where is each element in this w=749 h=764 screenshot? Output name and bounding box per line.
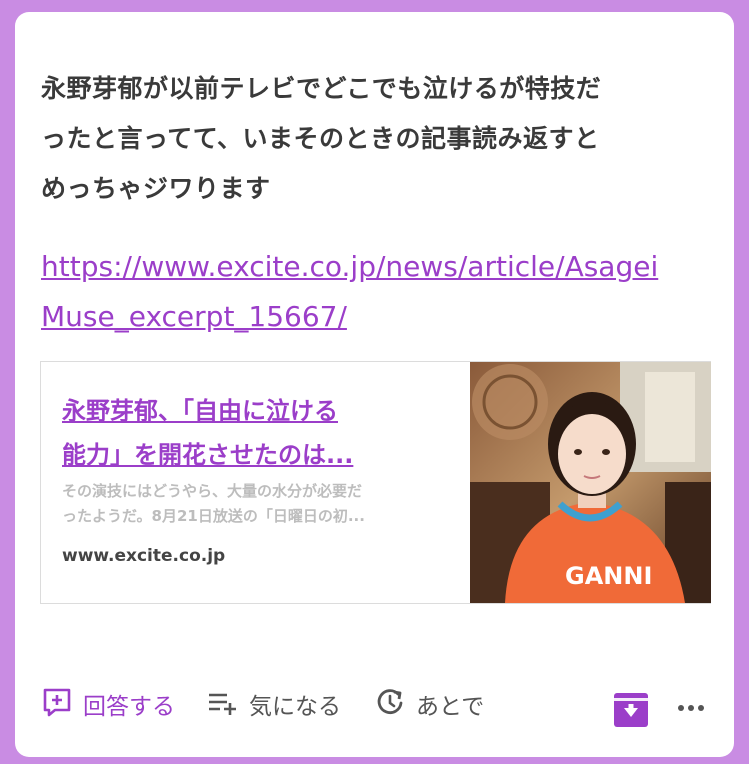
interest-button[interactable]: 気になる xyxy=(207,684,341,724)
post-text: 永野芽郁が以前テレビでどこでも泣けるが特技だ ったと言ってて、いまそのときの記事… xyxy=(41,64,711,214)
more-dots-icon[interactable] xyxy=(675,688,707,728)
history-icon xyxy=(374,686,406,722)
link-preview-card[interactable]: 永野芽郁、「自由に泣ける 能力」を開花させたのは... その演技にはどうやら、大… xyxy=(40,361,711,604)
shirt-logo-text: GANNI xyxy=(565,562,652,590)
preview-title-line[interactable]: 能力」を開花させたのは... xyxy=(62,441,353,469)
later-label: あとで xyxy=(416,694,485,720)
preview-description: その演技にはどうやら、大量の水分が必要だ ったようだ。8月21日放送の「日曜日の… xyxy=(62,479,452,529)
action-bar: 回答する 気になる あとで xyxy=(41,684,721,727)
post-card: 永野芽郁が以前テレビでどこでも泣けるが特技だ ったと言ってて、いまそのときの記事… xyxy=(15,12,734,757)
preview-title[interactable]: 永野芽郁、「自由に泣ける 能力」を開花させたのは... xyxy=(62,389,442,477)
preview-domain: www.excite.co.jp xyxy=(62,546,226,566)
article-link-line[interactable]: https://www.excite.co.jp/news/article/As… xyxy=(41,250,658,283)
article-link-line[interactable]: Muse_excerpt_15667/ xyxy=(41,300,347,333)
preview-thumbnail[interactable]: GANNI xyxy=(470,362,711,603)
add-box-icon xyxy=(41,686,73,722)
article-link[interactable]: https://www.excite.co.jp/news/article/As… xyxy=(41,242,711,342)
later-button[interactable]: あとで xyxy=(374,684,484,724)
post-text-line: ったと言ってて、いまそのときの記事読み返すと xyxy=(41,124,600,153)
preview-desc-line: ったようだ。8月21日放送の「日曜日の初... xyxy=(62,507,365,525)
interest-label: 気になる xyxy=(249,694,341,720)
preview-desc-line: その演技にはどうやら、大量の水分が必要だ xyxy=(62,482,363,500)
post-text-line: 永野芽郁が以前テレビでどこでも泣けるが特技だ xyxy=(41,74,602,103)
answer-button[interactable]: 回答する xyxy=(41,684,175,724)
playlist-add-icon xyxy=(207,686,239,722)
post-text-line: めっちゃジワります xyxy=(41,174,271,203)
preview-title-line[interactable]: 永野芽郁、「自由に泣ける xyxy=(62,397,338,425)
archive-down-icon[interactable] xyxy=(613,690,649,730)
preview-text-area: 永野芽郁、「自由に泣ける 能力」を開花させたのは... その演技にはどうやら、大… xyxy=(41,362,470,603)
answer-label: 回答する xyxy=(83,694,175,720)
preview-photo: GANNI xyxy=(470,362,711,603)
